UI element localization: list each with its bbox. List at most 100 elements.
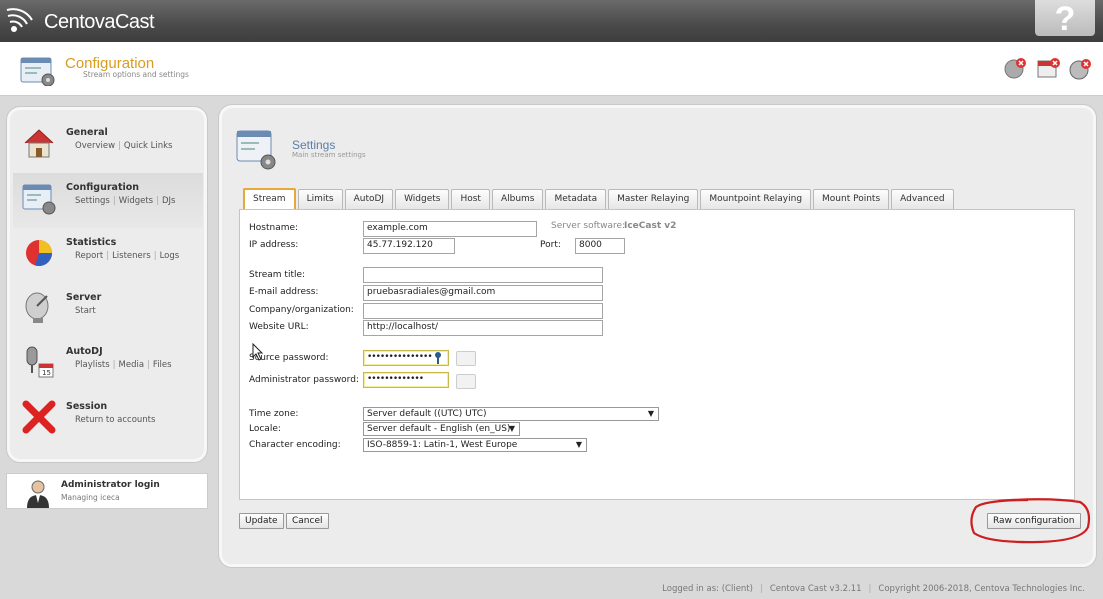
link-settings[interactable]: Settings [75,196,110,206]
tab-mountpoint-relaying[interactable]: Mountpoint Relaying [700,189,812,209]
chevron-down-icon: ▼ [508,424,515,433]
encoding-select[interactable]: ISO-8859-1: Latin-1, West Europe ▼ [363,438,587,452]
admin-password-label: Administrator password: [249,375,359,385]
key-icon [435,352,441,364]
sidebar-item-autodj[interactable]: 15 AutoDJ Playlists | Media | Files [21,344,172,380]
link-widgets[interactable]: Widgets [119,196,153,206]
server-software-value: IceCast v2 [624,221,677,231]
sidebar-item-label: General [66,127,108,138]
port-label: Port: [540,240,561,250]
tab-master-relaying[interactable]: Master Relaying [608,189,699,209]
stream-title-label: Stream title: [249,270,306,280]
ip-label: IP address: [249,240,299,250]
help-icon[interactable]: ? [1035,0,1095,38]
link-djs[interactable]: DJs [162,196,175,206]
server-software-label: Server software: [551,221,626,231]
configuration-icon [22,184,56,215]
locale-label: Locale: [249,424,281,434]
link-files[interactable]: Files [153,360,172,370]
footer-version: Centova Cast v3.2.11 [769,584,862,594]
footer: Logged in as: (Client) | Centova Cast v3.2… [662,584,1085,594]
sidebar: General Overview | Quick Links Configurati… [6,106,208,463]
admin-password-input[interactable]: ••••••••••••• [363,372,449,388]
link-report[interactable]: Report [75,251,103,261]
stream-title-input[interactable] [363,267,603,283]
timezone-label: Time zone: [249,409,299,419]
stream-form: Hostname: example.com Server software: I… [239,209,1075,500]
sidebar-item-label: Configuration [66,182,140,193]
company-input[interactable] [363,303,603,319]
website-label: Website URL: [249,322,309,332]
timezone-select[interactable]: Server default ((UTC) UTC) ▼ [363,407,659,421]
cancel-button[interactable]: Cancel [286,513,329,529]
broadcast-icon [6,8,33,32]
link-media[interactable]: Media [119,360,145,370]
page-header: Configuration Stream options and setting… [0,42,1103,96]
app-logo: CentovaCast [6,7,155,37]
top-bar: CentovaCast ? [0,0,1103,42]
chevron-down-icon: ▼ [575,440,582,449]
locale-select[interactable]: Server default - English (en_US) ▼ [363,422,520,436]
tab-host[interactable]: Host [451,189,490,209]
tab-widgets[interactable]: Widgets [395,189,450,209]
link-start[interactable]: Start [75,306,96,316]
encoding-value: ISO-8859-1: Latin-1, West Europe [367,440,518,450]
page-subtitle: Stream options and settings [83,70,189,79]
link-listeners[interactable]: Listeners [112,251,151,261]
sidebar-item-server[interactable]: Server Start [21,290,101,326]
sidebar-item-general[interactable]: General Overview | Quick Links [21,125,172,161]
port-input[interactable]: 8000 [575,238,625,254]
footer-copyright: Copyright 2006-2018, Centova Technologie… [878,584,1085,594]
company-label: Company/organization: [249,305,354,315]
link-quick-links[interactable]: Quick Links [124,141,173,151]
website-input[interactable]: http://localhost/ [363,320,603,336]
configuration-icon [20,57,55,86]
tab-limits[interactable]: Limits [297,189,343,209]
hostname-input[interactable]: example.com [363,221,537,237]
admin-title: Administrator login [61,480,160,490]
tab-autodj[interactable]: AutoDJ [344,189,394,209]
tab-mount-points[interactable]: Mount Points [813,189,890,209]
panel-subtitle: Main stream settings [292,151,366,159]
disable-icon[interactable] [1067,56,1093,82]
tab-metadata[interactable]: Metadata [545,189,607,209]
tab-bar: Stream Limits AutoDJ Widgets Host Albums… [243,188,954,209]
microphone-icon: 15 [26,346,54,378]
tab-advanced[interactable]: Advanced [891,189,954,209]
sidebar-item-configuration[interactable]: Configuration Settings | Widgets | DJs [21,180,175,216]
avatar [27,480,49,508]
encoding-label: Character encoding: [249,440,341,450]
sidebar-item-statistics[interactable]: Statistics Report | Listeners | Logs [21,235,179,271]
show-admin-password-button[interactable] [456,374,476,389]
annotation-circle [970,498,1091,544]
tab-albums[interactable]: Albums [491,189,544,209]
link-logs[interactable]: Logs [160,251,180,261]
show-source-password-button[interactable] [456,351,476,366]
mouse-cursor-icon [252,343,264,361]
sidebar-item-label: Statistics [66,237,117,248]
email-label: E-mail address: [249,287,319,297]
tab-stream[interactable]: Stream [243,188,296,209]
settings-panel: Settings Main stream settings Stream Lim… [218,104,1097,568]
email-input[interactable]: pruebasradiales@gmail.com [363,285,603,301]
home-icon [24,129,54,158]
footer-logged-in: Logged in as: (Client) [662,584,753,594]
admin-subtitle: Managing iceca [61,493,120,502]
stop-server-icon[interactable] [1003,56,1029,82]
app-name: CentovaCast [44,10,155,33]
calendar-stop-icon[interactable] [1035,56,1061,82]
header-actions [1003,56,1093,82]
panel-title: Settings [292,138,336,152]
settings-icon [236,130,276,170]
link-overview[interactable]: Overview [75,141,115,151]
sidebar-item-session[interactable]: Session Return to accounts [21,399,155,435]
close-icon [22,400,56,434]
link-return-to-accounts[interactable]: Return to accounts [75,415,155,425]
update-button[interactable]: Update [239,513,284,529]
admin-login-box: Administrator login Managing iceca [6,473,208,509]
svg-text:15: 15 [42,369,51,377]
chevron-down-icon: ▼ [647,409,654,418]
ip-input[interactable]: 45.77.192.120 [363,238,455,254]
link-playlists[interactable]: Playlists [75,360,110,370]
sidebar-item-label: Server [66,292,102,303]
